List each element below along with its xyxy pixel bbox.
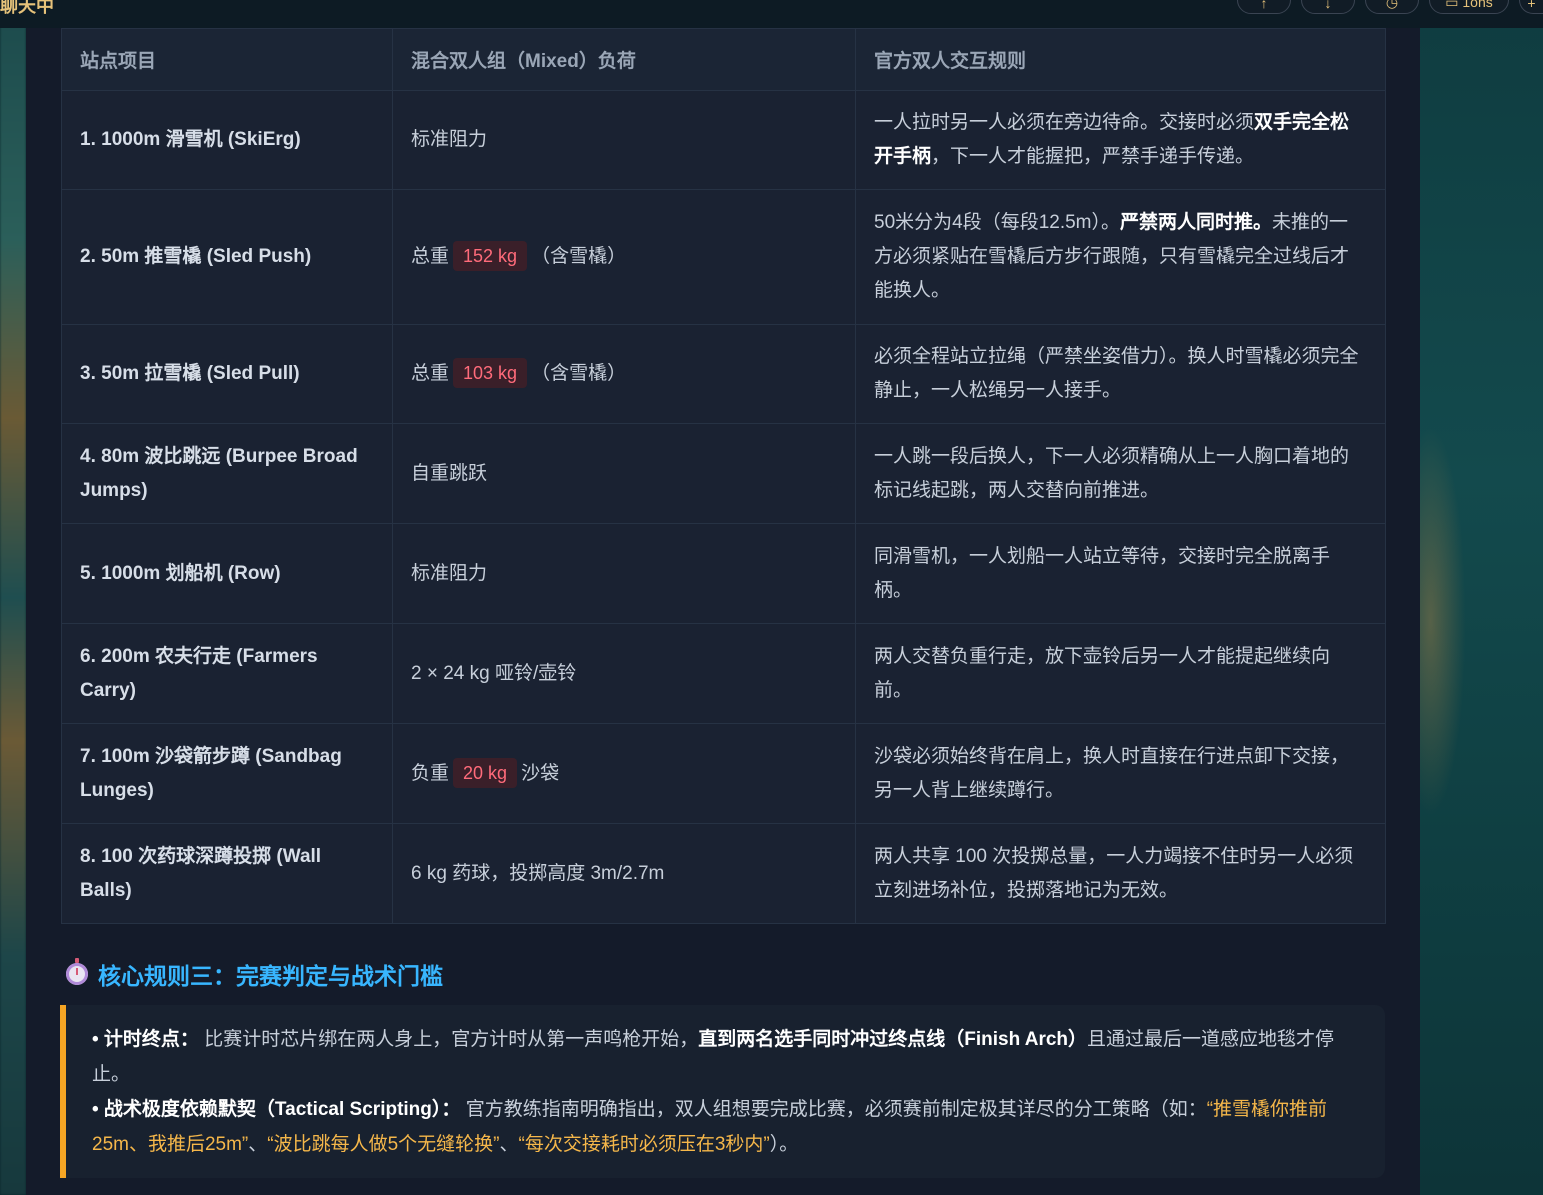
rule-text: 两人共享 100 次投掷总量，一人力竭接不住时另一人必须立刻进场补位，投掷落地记… bbox=[874, 845, 1354, 901]
station-name: 7. 100m 沙袋箭步蹲 (Sandbag Lunges) bbox=[61, 723, 393, 824]
callout-quote: “每次交接耗时必须压在3秒内” bbox=[518, 1134, 770, 1155]
load-text: 自重跳跃 bbox=[411, 462, 488, 484]
station-rule: 沙袋必须始终背在肩上，换人时直接在行进点卸下交接，另一人背上继续蹲行。 bbox=[855, 723, 1386, 824]
rule-text: 必须全程站立拉绳（严禁坐姿借力）。换人时雪橇必须完全静止，一人松绳另一人接手。 bbox=[874, 346, 1359, 401]
station-load: 标准阻力 bbox=[392, 90, 856, 190]
stations-table: 站点项目 混合双人组（Mixed）负荷 官方双人交互规则 1. 1000m 滑雪… bbox=[61, 28, 1386, 924]
rule-text: 50米分为4段（每段12.5m）。 bbox=[874, 212, 1121, 233]
weight-badge: 20 kg bbox=[453, 757, 518, 788]
table-row: 3. 50m 拉雪橇 (Sled Pull) 总重 103 kg （含雪橇） 必须全程站… bbox=[61, 324, 1386, 424]
callout-strong: 直到两名选手同时冲过终点线（Finish Arch） bbox=[698, 1029, 1088, 1050]
load-text: （含雪橇） bbox=[531, 363, 627, 384]
callout-item-finish: • 计时终点： 比赛计时芯片绑在两人身上，官方计时从第一声鸣枪开始，直到两名选手… bbox=[92, 1022, 1361, 1092]
header-rule: 官方双人交互规则 bbox=[855, 28, 1386, 91]
load-text: 负重 bbox=[411, 762, 450, 784]
station-load: 6 kg 药球，投掷高度 3m/2.7m bbox=[392, 823, 856, 924]
station-name: 2. 50m 推雪橇 (Sled Push) bbox=[61, 189, 393, 325]
rule-highlight: 严禁两人同时推。 bbox=[1120, 212, 1273, 233]
callout-quote: “波比跳每人做5个无缝轮换” bbox=[267, 1134, 500, 1155]
station-name: 5. 1000m 划船机 (Row) bbox=[61, 523, 393, 624]
load-text: （含雪橇） bbox=[531, 246, 627, 267]
callout-item-tactics: • 战术极度依赖默契（Tactical Scripting）： 官方教练指南明确… bbox=[92, 1092, 1361, 1162]
rules-callout: • 计时终点： 比赛计时芯片绑在两人身上，官方计时从第一声鸣枪开始，直到两名选手… bbox=[60, 1005, 1385, 1178]
load-text: 标准阻力 bbox=[411, 562, 488, 584]
station-name: 1. 1000m 滑雪机 (SkiErg) bbox=[61, 90, 393, 190]
station-name: 8. 100 次药球深蹲投掷 (Wall Balls) bbox=[61, 823, 393, 924]
table-row: 2. 50m 推雪橇 (Sled Push) 总重 152 kg （含雪橇） 50米分为… bbox=[61, 189, 1386, 325]
rule-text: 同滑雪机，一人划船一人站立等待，交接时完全脱离手柄。 bbox=[874, 545, 1331, 601]
table-row: 8. 100 次药球深蹲投掷 (Wall Balls) 6 kg 药球，投掷高度 … bbox=[61, 823, 1386, 924]
tokens-button[interactable]: ▭ 1ons bbox=[1429, 0, 1509, 14]
section-heading: 核心规则三：完赛判定与战术门槛 bbox=[66, 957, 443, 991]
table-row: 6. 200m 农夫行走 (Farmers Carry) 2 × 24 kg 哑铃… bbox=[61, 623, 1386, 724]
background-left-edge bbox=[0, 0, 26, 1195]
content-panel: 站点项目 混合双人组（Mixed）负荷 官方双人交互规则 1. 1000m 滑雪… bbox=[26, 28, 1420, 1195]
station-name: 4. 80m 波比跳远 (Burpee Broad Jumps) bbox=[61, 423, 393, 524]
up-arrow-button[interactable]: ↑ bbox=[1237, 0, 1291, 14]
rule-text: 一人跳一段后换人，下一人必须精确从上一人胸口着地的标记线起跳，两人交替向前推进。 bbox=[874, 445, 1350, 501]
callout-text: ）。 bbox=[769, 1134, 799, 1155]
rule-text: ，下一人才能握把，严禁手递手传递。 bbox=[931, 146, 1255, 167]
station-rule: 两人交替负重行走，放下壶铃后另一人才能提起继续向前。 bbox=[855, 623, 1386, 724]
weight-badge: 103 kg bbox=[453, 358, 528, 388]
weight-badge: 152 kg bbox=[453, 241, 528, 271]
station-name: 6. 200m 农夫行走 (Farmers Carry) bbox=[61, 623, 393, 724]
load-text: 总重 bbox=[411, 246, 450, 267]
table-row: 1. 1000m 滑雪机 (SkiErg) 标准阻力 一人拉时另一人必须在旁边待命。… bbox=[61, 90, 1386, 190]
toolbar-buttons: ↑ ↓ ◷ ▭ 1ons + bbox=[1237, 0, 1543, 14]
table-header-row: 站点项目 混合双人组（Mixed）负荷 官方双人交互规则 bbox=[61, 28, 1386, 91]
station-load: 总重 103 kg （含雪橇） bbox=[392, 324, 856, 424]
callout-label: • 计时终点： bbox=[92, 1029, 199, 1050]
callout-text: 官方教练指南明确指出，双人组想要完成比赛，必须赛前制定极其详尽的分工策略（如： bbox=[465, 1099, 1207, 1120]
load-text: 标准阻力 bbox=[411, 129, 488, 150]
station-rule: 一人跳一段后换人，下一人必须精确从上一人胸口着地的标记线起跳，两人交替向前推进。 bbox=[855, 423, 1386, 524]
load-text: 2 × 24 kg 哑铃/壶铃 bbox=[411, 662, 577, 684]
station-load: 自重跳跃 bbox=[392, 423, 856, 524]
station-load: 2 × 24 kg 哑铃/壶铃 bbox=[392, 623, 856, 724]
callout-text: 比赛计时芯片绑在两人身上，官方计时从第一声鸣枪开始， bbox=[204, 1029, 699, 1050]
station-name: 3. 50m 拉雪橇 (Sled Pull) bbox=[61, 324, 393, 424]
background-right bbox=[1418, 0, 1543, 1195]
header-station: 站点项目 bbox=[61, 28, 393, 91]
rule-text: 沙袋必须始终背在肩上，换人时直接在行进点卸下交接，另一人背上继续蹲行。 bbox=[874, 745, 1350, 801]
section-title-text: 核心规则三：完赛判定与战术门槛 bbox=[98, 963, 443, 989]
station-rule: 50米分为4段（每段12.5m）。严禁两人同时推。未推的一方必须紧贴在雪橇后方步… bbox=[855, 189, 1386, 325]
load-text: 沙袋 bbox=[521, 762, 560, 784]
down-arrow-button[interactable]: ↓ bbox=[1301, 0, 1355, 14]
station-rule: 两人共享 100 次投掷总量，一人力竭接不住时另一人必须立刻进场补位，投掷落地记… bbox=[855, 823, 1386, 924]
header-load: 混合双人组（Mixed）负荷 bbox=[392, 28, 856, 91]
clock-button[interactable]: ◷ bbox=[1365, 0, 1419, 14]
chat-title: 聊天中 bbox=[0, 0, 54, 16]
table-body: 1. 1000m 滑雪机 (SkiErg) 标准阻力 一人拉时另一人必须在旁边待命。… bbox=[61, 90, 1386, 924]
rule-text: 一人拉时另一人必须在旁边待命。交接时必须 bbox=[874, 112, 1255, 133]
table-row: 7. 100m 沙袋箭步蹲 (Sandbag Lunges) 负重 20 kg 沙袋沙… bbox=[61, 723, 1386, 824]
callout-label: • 战术极度依赖默契（Tactical Scripting）： bbox=[92, 1099, 461, 1120]
station-rule: 同滑雪机，一人划船一人站立等待，交接时完全脱离手柄。 bbox=[855, 523, 1386, 624]
station-load: 总重 152 kg （含雪橇） bbox=[392, 189, 856, 325]
top-toolbar: 聊天中 ↑ ↓ ◷ ▭ 1ons + bbox=[0, 0, 1543, 28]
table-row: 4. 80m 波比跳远 (Burpee Broad Jumps) 自重跳跃 一人跳一… bbox=[61, 423, 1386, 524]
station-load: 负重 20 kg 沙袋 bbox=[392, 723, 856, 824]
add-button[interactable]: + bbox=[1519, 0, 1543, 14]
callout-sep: 、 bbox=[248, 1134, 268, 1155]
load-text: 6 kg 药球，投掷高度 3m/2.7m bbox=[411, 862, 665, 884]
callout-sep: 、 bbox=[499, 1134, 519, 1155]
table-row: 5. 1000m 划船机 (Row) 标准阻力 同滑雪机，一人划船一人站立等待，交接… bbox=[61, 523, 1386, 624]
station-rule: 必须全程站立拉绳（严禁坐姿借力）。换人时雪橇必须完全静止，一人松绳另一人接手。 bbox=[855, 324, 1386, 424]
load-text: 总重 bbox=[411, 363, 450, 384]
rule-text: 两人交替负重行走，放下壶铃后另一人才能提起继续向前。 bbox=[874, 645, 1331, 701]
station-rule: 一人拉时另一人必须在旁边待命。交接时必须双手完全松开手柄，下一人才能握把，严禁手… bbox=[855, 90, 1386, 190]
station-load: 标准阻力 bbox=[392, 523, 856, 624]
stopwatch-icon bbox=[66, 958, 88, 985]
